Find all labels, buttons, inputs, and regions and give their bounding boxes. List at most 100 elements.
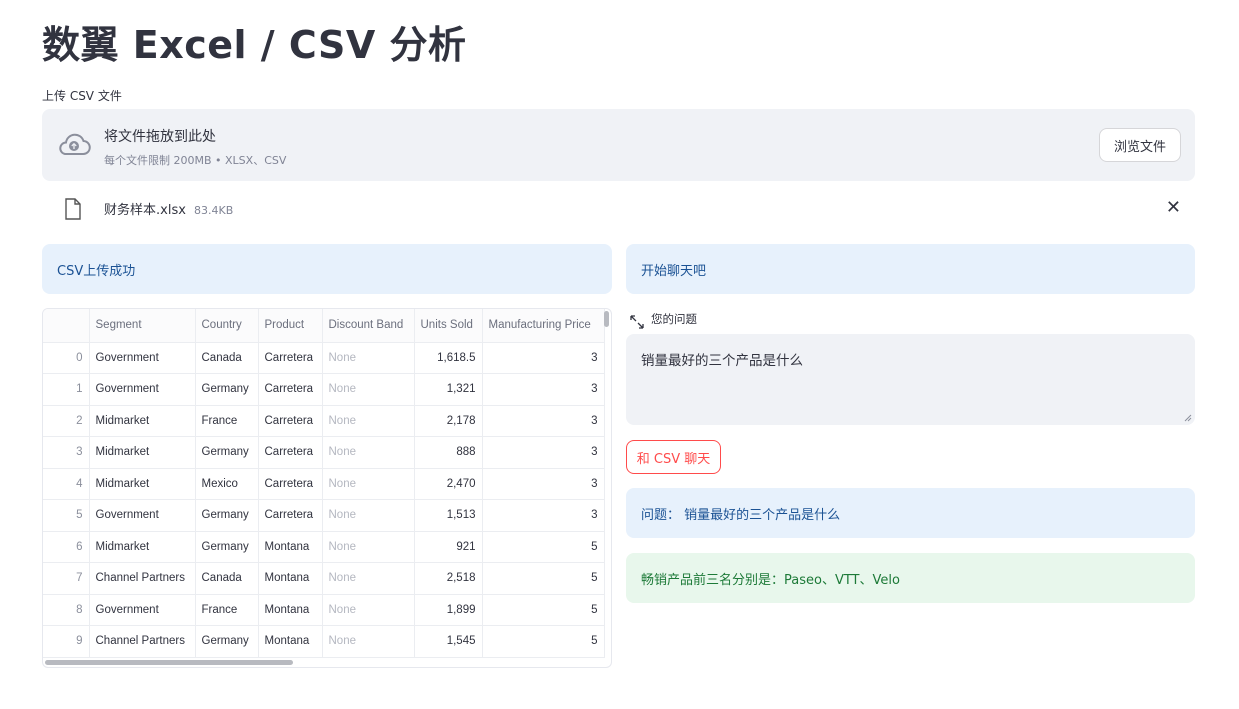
column-header[interactable]: Units Sold [414, 309, 483, 343]
data-table[interactable]: Segment Country Product Discount Band Un… [42, 308, 612, 668]
table-cell[interactable]: Germany [195, 499, 259, 532]
row-index-cell[interactable]: 8 [43, 594, 90, 626]
table-cell[interactable]: Carretera [258, 373, 323, 406]
table-cell[interactable]: 1,321 [414, 373, 483, 406]
row-index-cell[interactable]: 0 [43, 342, 90, 374]
row-index-cell[interactable]: 4 [43, 468, 90, 500]
chat-with-csv-button[interactable]: 和 CSV 聊天 [626, 440, 721, 474]
table-row[interactable]: 6 Midmarket Germany Montana None 921 5 [43, 531, 605, 563]
table-cell[interactable]: Carretera [258, 436, 323, 469]
file-dropzone[interactable]: 将文件拖放到此处 每个文件限制 200MB • XLSX、CSV 浏览文件 [42, 109, 1195, 181]
row-index-cell[interactable]: 3 [43, 436, 90, 469]
expand-icon[interactable] [630, 315, 644, 329]
close-icon[interactable]: ✕ [1166, 198, 1181, 218]
table-cell[interactable]: 1,513 [414, 499, 483, 532]
table-row[interactable]: 9 Channel Partners Germany Montana None 1,545… [43, 625, 605, 658]
table-row[interactable]: 1 Government Germany Carretera None 1,321 3 [43, 373, 605, 406]
column-header[interactable]: Segment [89, 309, 196, 343]
browse-files-button[interactable]: 浏览文件 [1099, 128, 1181, 162]
row-index-cell[interactable]: 9 [43, 625, 90, 658]
table-cell[interactable]: 5 [482, 531, 605, 563]
table-cell[interactable]: Canada [195, 562, 259, 595]
table-cell[interactable]: None [322, 405, 415, 437]
table-row[interactable]: 8 Government France Montana None 1,899 5 [43, 594, 605, 626]
row-index-cell[interactable]: 7 [43, 562, 90, 595]
table-cell[interactable]: Government [89, 594, 196, 626]
table-cell[interactable]: 1,618.5 [414, 342, 483, 374]
resize-grip-icon[interactable] [1184, 414, 1192, 422]
table-row[interactable]: 7 Channel Partners Canada Montana None 2,518 5 [43, 562, 605, 595]
table-cell[interactable]: None [322, 594, 415, 626]
table-cell[interactable]: Germany [195, 625, 259, 658]
vertical-scrollbar[interactable] [604, 311, 609, 327]
table-cell[interactable]: Montana [258, 531, 323, 563]
table-cell[interactable]: None [322, 531, 415, 563]
table-cell[interactable]: 2,470 [414, 468, 483, 500]
table-cell[interactable]: Montana [258, 562, 323, 595]
table-cell[interactable]: None [322, 625, 415, 658]
table-cell[interactable]: Midmarket [89, 468, 196, 500]
table-cell[interactable]: 3 [482, 468, 605, 500]
row-index-cell[interactable]: 2 [43, 405, 90, 437]
table-cell[interactable]: Montana [258, 594, 323, 626]
table-cell[interactable]: Germany [195, 373, 259, 406]
table-cell[interactable]: 3 [482, 436, 605, 469]
column-header[interactable] [43, 309, 90, 343]
table-cell[interactable]: 2,178 [414, 405, 483, 437]
table-cell[interactable]: 5 [482, 625, 605, 658]
table-cell[interactable]: Carretera [258, 342, 323, 374]
table-cell[interactable]: Midmarket [89, 436, 196, 469]
table-cell[interactable]: Germany [195, 436, 259, 469]
table-cell[interactable]: Montana [258, 625, 323, 658]
table-row[interactable]: 0 Government Canada Carretera None 1,618.5 3 [43, 342, 605, 374]
table-cell[interactable]: Government [89, 342, 196, 374]
table-cell[interactable]: 5 [482, 562, 605, 595]
table-cell[interactable]: 2,518 [414, 562, 483, 595]
table-row[interactable]: 4 Midmarket Mexico Carretera None 2,470 3 [43, 468, 605, 500]
table-cell[interactable]: 888 [414, 436, 483, 469]
table-cell[interactable]: None [322, 562, 415, 595]
row-index-cell[interactable]: 5 [43, 499, 90, 532]
table-cell[interactable]: Canada [195, 342, 259, 374]
table-cell[interactable]: Germany [195, 531, 259, 563]
column-header[interactable]: Manufacturing Price [482, 309, 605, 343]
table-cell[interactable]: 1,545 [414, 625, 483, 658]
question-echo-alert: 问题： 销量最好的三个产品是什么 [626, 488, 1195, 538]
row-index-cell[interactable]: 6 [43, 531, 90, 563]
column-header[interactable]: Product [258, 309, 323, 343]
table-cell[interactable]: Carretera [258, 499, 323, 532]
table-cell[interactable]: 921 [414, 531, 483, 563]
table-cell[interactable]: None [322, 499, 415, 532]
column-header[interactable]: Country [195, 309, 259, 343]
table-cell[interactable]: Carretera [258, 405, 323, 437]
table-cell[interactable]: 3 [482, 373, 605, 406]
table-row[interactable]: 2 Midmarket France Carretera None 2,178 3 [43, 405, 605, 437]
table-cell[interactable]: Midmarket [89, 405, 196, 437]
table-cell[interactable]: 3 [482, 405, 605, 437]
table-cell[interactable]: None [322, 373, 415, 406]
table-cell[interactable]: Midmarket [89, 531, 196, 563]
table-cell[interactable]: Channel Partners [89, 625, 196, 658]
table-cell[interactable]: 5 [482, 594, 605, 626]
table-row[interactable]: 5 Government Germany Carretera None 1,513 3 [43, 499, 605, 532]
table-cell[interactable]: None [322, 342, 415, 374]
horizontal-scrollbar[interactable] [45, 660, 293, 665]
table-cell[interactable]: France [195, 405, 259, 437]
row-index-cell[interactable]: 1 [43, 373, 90, 406]
table-cell[interactable]: Government [89, 499, 196, 532]
table-cell[interactable]: Mexico [195, 468, 259, 500]
table-cell[interactable]: 3 [482, 499, 605, 532]
table-cell[interactable]: Carretera [258, 468, 323, 500]
table-cell[interactable]: Government [89, 373, 196, 406]
table-cell[interactable]: France [195, 594, 259, 626]
table-cell[interactable]: None [322, 468, 415, 500]
table-cell[interactable]: None [322, 436, 415, 469]
column-header[interactable]: Discount Band [322, 309, 415, 343]
question-input[interactable]: 销量最好的三个产品是什么 [626, 334, 1195, 425]
answer-success-alert: 畅销产品前三名分别是：Paseo、VTT、Velo [626, 553, 1195, 603]
file-size: 83.4KB [194, 204, 234, 217]
table-cell[interactable]: 1,899 [414, 594, 483, 626]
table-cell[interactable]: 3 [482, 342, 605, 374]
table-cell[interactable]: Channel Partners [89, 562, 196, 595]
table-row[interactable]: 3 Midmarket Germany Carretera None 888 3 [43, 436, 605, 469]
